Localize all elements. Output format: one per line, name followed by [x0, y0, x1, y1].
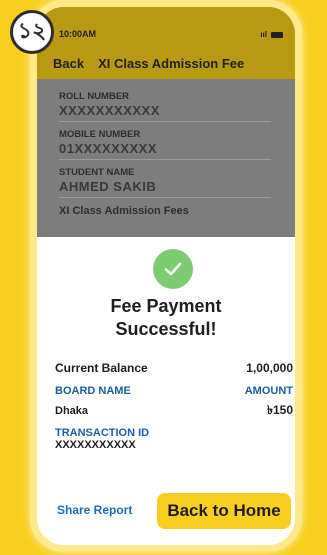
nav-bar: Back XI Class Admission Fee: [37, 47, 295, 79]
battery-icon: [271, 31, 283, 38]
success-title-line2: Successful!: [115, 319, 217, 339]
transaction-id-value: XXXXXXXXXXX: [55, 439, 136, 451]
field-value: 01XXXXXXXXX: [59, 141, 157, 156]
student-name-field[interactable]: STUDENT NAME AHMED SAKIB: [59, 167, 271, 198]
amount-label: AMOUNT: [244, 385, 293, 397]
balance-label: Current Balance: [55, 361, 148, 375]
check-icon: [164, 262, 182, 276]
status-time: 10:00AM: [59, 29, 97, 39]
transaction-id-label: TRANSACTION ID: [55, 427, 150, 439]
signal-icon: ııl: [260, 30, 267, 39]
mobile-number-field[interactable]: MOBILE NUMBER 01XXXXXXXXX: [59, 129, 271, 160]
page-title: XI Class Admission Fee: [98, 55, 245, 71]
amount-value: ৳150: [267, 403, 293, 417]
share-report-link[interactable]: Share Report: [57, 503, 132, 517]
step-number-badge: ১২: [10, 10, 54, 54]
board-name-value: Dhaka: [55, 405, 89, 417]
transaction-block: TRANSACTION ID XXXXXXXXXXX: [55, 427, 293, 451]
field-value: XXXXXXXXXXX: [59, 103, 160, 118]
phone-frame: 10:00AM ııl Back XI Class Admission Fee …: [30, 0, 302, 552]
back-link[interactable]: Back: [53, 56, 84, 71]
field-label: ROLL NUMBER: [59, 91, 130, 102]
field-label: STUDENT NAME: [59, 167, 135, 178]
success-check-icon: [153, 249, 193, 289]
detail-header-row: BOARD NAME AMOUNT: [55, 385, 293, 397]
detail-value-row: Dhaka ৳150: [55, 402, 293, 422]
success-title-line1: Fee Payment: [110, 296, 222, 316]
success-title: Fee Payment Successful!: [37, 295, 295, 341]
status-icons: ııl: [260, 30, 283, 39]
fee-form: ROLL NUMBER XXXXXXXXXXX MOBILE NUMBER 01…: [59, 91, 271, 217]
success-sheet: Fee Payment Successful! Current Balance …: [37, 237, 295, 545]
balance-row: Current Balance 1,00,000: [55, 361, 293, 375]
field-value: AHMED SAKIB: [59, 179, 157, 194]
form-footer-label: XI Class Admission Fees: [59, 205, 189, 217]
back-to-home-button[interactable]: Back to Home: [157, 493, 291, 529]
status-bar: 10:00AM ııl: [37, 7, 295, 47]
field-label: MOBILE NUMBER: [59, 129, 141, 140]
board-name-label: BOARD NAME: [55, 385, 131, 397]
balance-value: 1,00,000: [246, 361, 293, 375]
roll-number-field[interactable]: ROLL NUMBER XXXXXXXXXXX: [59, 91, 271, 122]
